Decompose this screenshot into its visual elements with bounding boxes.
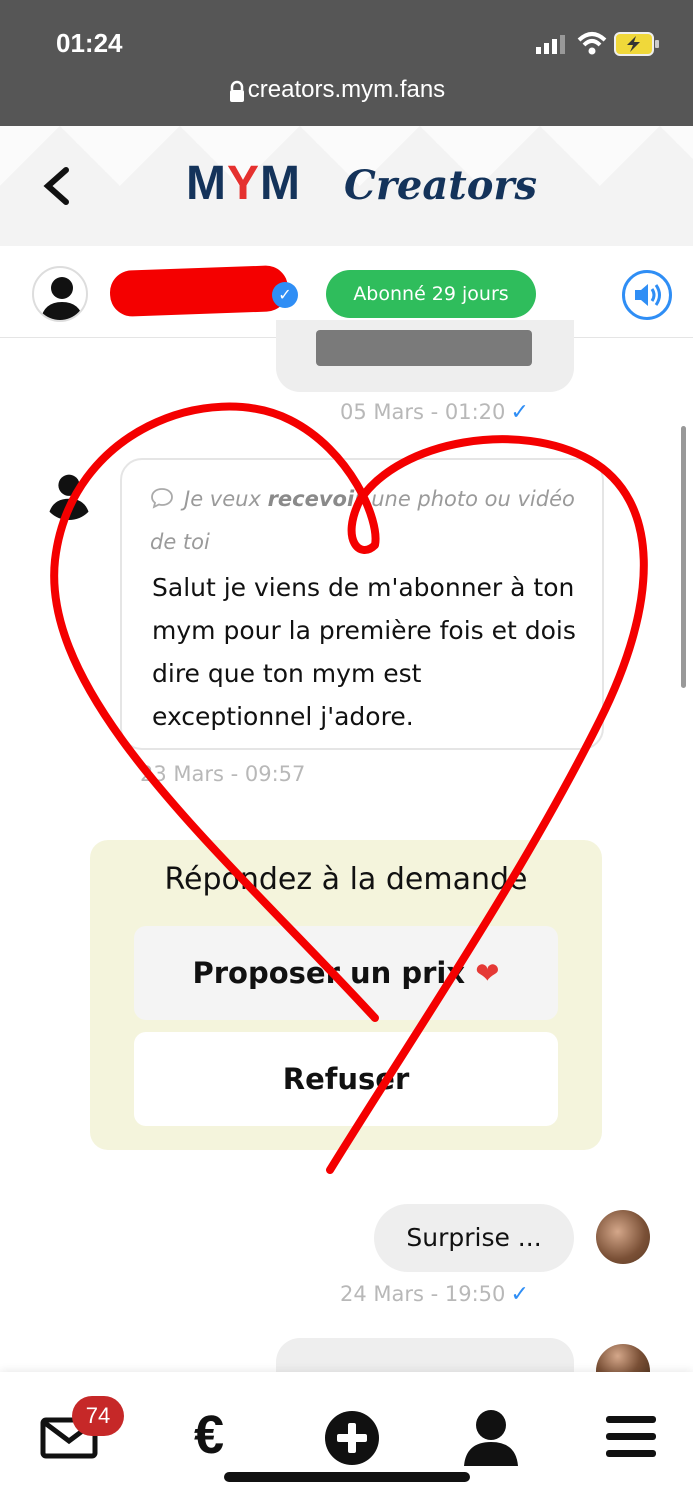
read-check-icon: ✓: [510, 400, 529, 425]
plus-circle-icon[interactable]: [324, 1410, 380, 1466]
sender-avatar[interactable]: [42, 466, 96, 520]
creators-logo-text: Creators: [344, 162, 538, 209]
previous-media-message[interactable]: [276, 320, 574, 392]
profile-icon[interactable]: [462, 1408, 520, 1466]
menu-hamburger-icon[interactable]: [606, 1416, 656, 1458]
speech-bubble-icon: [151, 488, 173, 509]
message-text: Salut je viens de m'abonner à ton mym po…: [152, 573, 576, 731]
battery-icon: [614, 32, 659, 56]
sent-message-bubble: Surprise ...: [374, 1204, 574, 1272]
creator-avatar[interactable]: [596, 1210, 650, 1264]
subscription-badge: Abonné 29 jours: [326, 270, 536, 318]
propose-price-button[interactable]: Proposer un prix ❤: [134, 926, 558, 1020]
app-header: MYM Creators: [0, 126, 693, 246]
message-time: 23 Mars - 09:57: [140, 762, 306, 786]
inbox-count-badge: 74: [72, 1396, 124, 1436]
sound-toggle-button[interactable]: [622, 270, 672, 320]
verified-check-icon: ✓: [272, 282, 298, 308]
creator-avatar[interactable]: [596, 1344, 650, 1374]
contact-name-redacted: [109, 264, 289, 318]
speaker-icon: [635, 284, 661, 306]
person-silhouette-icon: [47, 474, 91, 520]
home-indicator: [224, 1472, 470, 1482]
signal-icon: [536, 35, 565, 54]
previous-message-time: 05 Mars - 01:20 ✓: [340, 400, 529, 425]
contact-avatar[interactable]: [32, 266, 88, 322]
euro-icon[interactable]: €: [194, 1404, 224, 1466]
scrollbar[interactable]: [681, 426, 686, 688]
heart-icon: ❤: [475, 956, 500, 990]
back-arrow-icon[interactable]: [38, 164, 78, 208]
wifi-icon: [577, 32, 607, 55]
request-type-label: Je veux recevoir une photo ou vidéo de t…: [150, 487, 575, 554]
url-bar[interactable]: creators.mym.fans: [0, 76, 693, 104]
read-check-icon: ✓: [510, 1282, 529, 1307]
reply-card-title: Répondez à la demande: [164, 862, 528, 897]
media-thumbnail[interactable]: [316, 330, 532, 366]
refuse-button[interactable]: Refuser: [134, 1032, 558, 1126]
sent-message-time: 24 Mars - 19:50 ✓: [340, 1282, 529, 1307]
status-time: 01:24: [56, 28, 123, 58]
mym-logo: MYM: [186, 157, 301, 210]
status-bar: 01:24 creators.mym.fans: [0, 0, 693, 126]
